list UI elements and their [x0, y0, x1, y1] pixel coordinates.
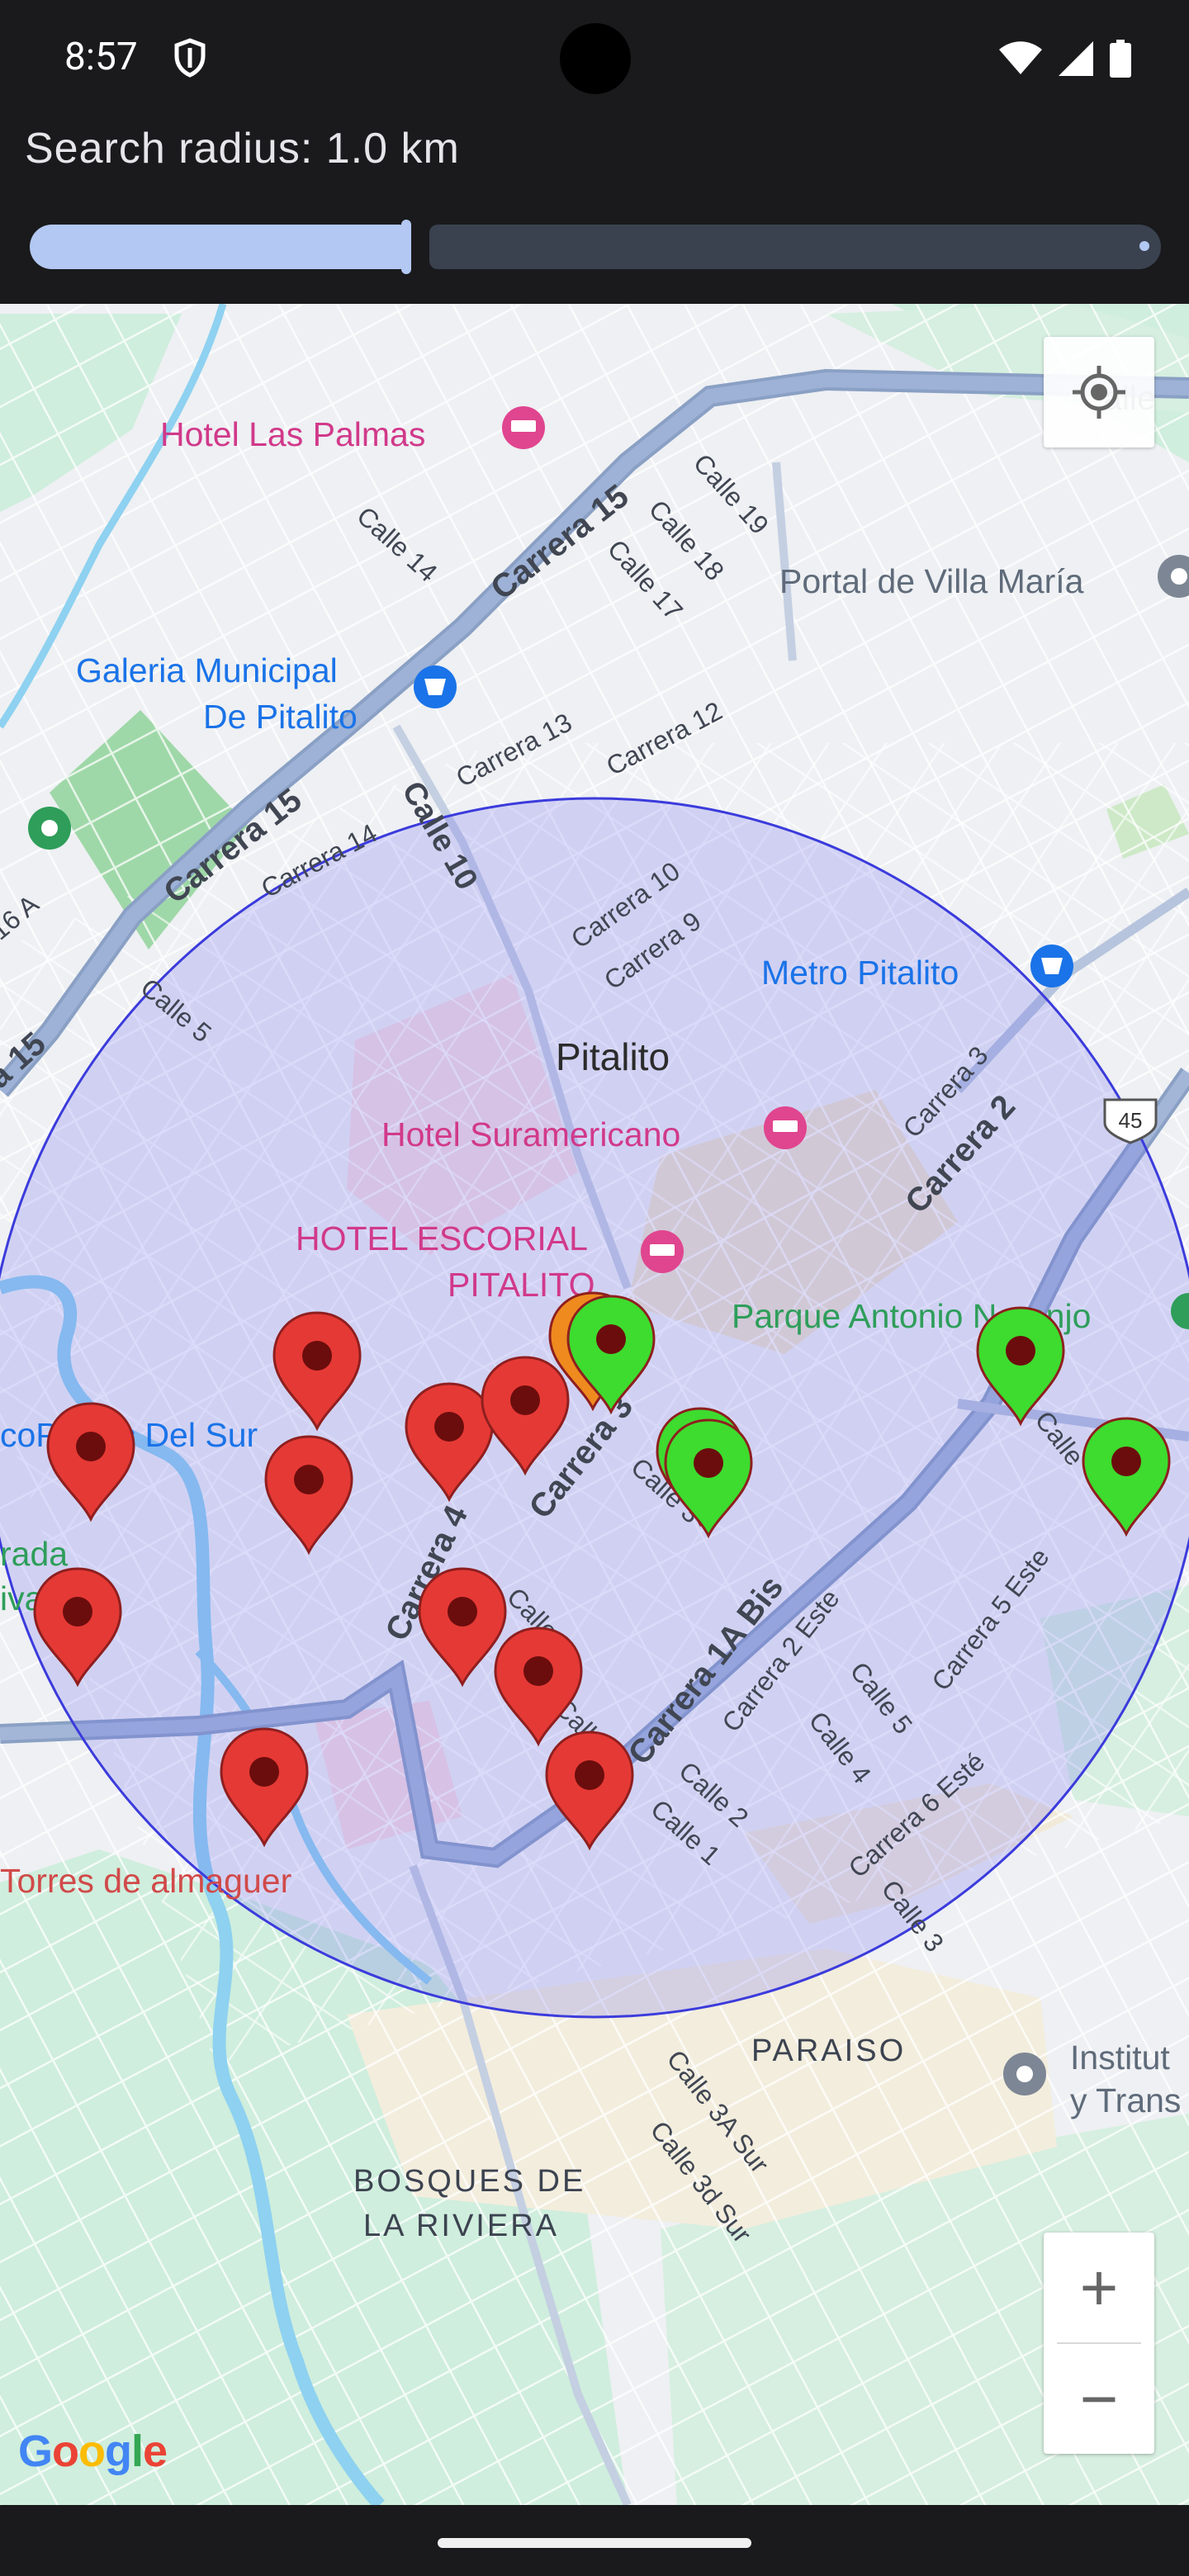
poi-instituto-line1[interactable]: Institut	[1070, 2039, 1170, 2076]
poi-galeria-line1[interactable]: Galeria Municipal	[76, 651, 338, 689]
camera-cutout	[560, 23, 631, 94]
shopping-cart-icon[interactable]	[1030, 945, 1073, 987]
battery-icon	[1110, 40, 1131, 78]
poi-hotel-escorial-line1[interactable]: HOTEL ESCORIAL	[296, 1219, 588, 1257]
google-logo: Google	[18, 2427, 168, 2476]
hotel-icon[interactable]	[502, 406, 545, 449]
neighborhood-paraiso: PARAISO	[751, 2034, 906, 2068]
status-bar: 8:57	[0, 0, 1189, 116]
status-time: 8:57	[64, 35, 138, 79]
poi-dorada-line1[interactable]: rada	[0, 1535, 68, 1573]
poi-galeria-line2[interactable]: De Pitalito	[203, 698, 358, 736]
poi-portal-villa-maria[interactable]: Portal de Villa María	[779, 562, 1084, 600]
poi-torres-almaguer[interactable]: Torres de almaguer	[0, 1862, 291, 1900]
poi-hotel-suramericano[interactable]: Hotel Suramericano	[381, 1115, 680, 1153]
slider-stop-indicator	[1139, 241, 1149, 251]
hotel-icon[interactable]	[764, 1106, 807, 1149]
place-pin-icon[interactable]	[1003, 2053, 1046, 2095]
shopping-cart-icon[interactable]	[414, 665, 457, 708]
route-45-label: 45	[1119, 1108, 1143, 1133]
park-pin-icon[interactable]	[28, 807, 71, 850]
hotel-icon[interactable]	[641, 1230, 684, 1273]
map-view[interactable]: 45 Hotel Las Palmas Hotel Suramericano H…	[0, 304, 1189, 2505]
my-location-button[interactable]	[1044, 337, 1154, 447]
zoom-out-button[interactable]: −	[1044, 2344, 1154, 2454]
slider-active-track	[30, 225, 408, 269]
zoom-controls: + −	[1044, 2233, 1154, 2454]
zoom-in-button[interactable]: +	[1044, 2233, 1154, 2342]
search-radius-label: Search radius: 1.0 km	[25, 125, 460, 173]
wifi-icon	[999, 41, 1042, 74]
my-location-icon	[1073, 366, 1125, 419]
shield-icon	[174, 38, 206, 78]
status-icons	[999, 40, 1131, 78]
radius-slider[interactable]	[25, 216, 1168, 274]
poi-hotel-las-palmas[interactable]: Hotel Las Palmas	[160, 415, 425, 453]
map-canvas[interactable]: 45 Hotel Las Palmas Hotel Suramericano H…	[0, 304, 1189, 2505]
slider-inactive-track	[429, 225, 1161, 269]
navigation-bar	[0, 2505, 1189, 2576]
poi-instituto-line2[interactable]: y Trans	[1070, 2081, 1181, 2119]
gesture-handle[interactable]	[438, 2538, 751, 2548]
signal-icon	[1059, 41, 1093, 76]
city-label-pitalito: Pitalito	[556, 1035, 670, 1078]
neighborhood-bosques-line2: LA RIVIERA	[363, 2209, 559, 2243]
poi-metro-pitalito[interactable]: Metro Pitalito	[761, 954, 959, 992]
neighborhood-bosques-line1: BOSQUES DE	[353, 2164, 585, 2199]
slider-thumb[interactable]	[401, 220, 411, 274]
